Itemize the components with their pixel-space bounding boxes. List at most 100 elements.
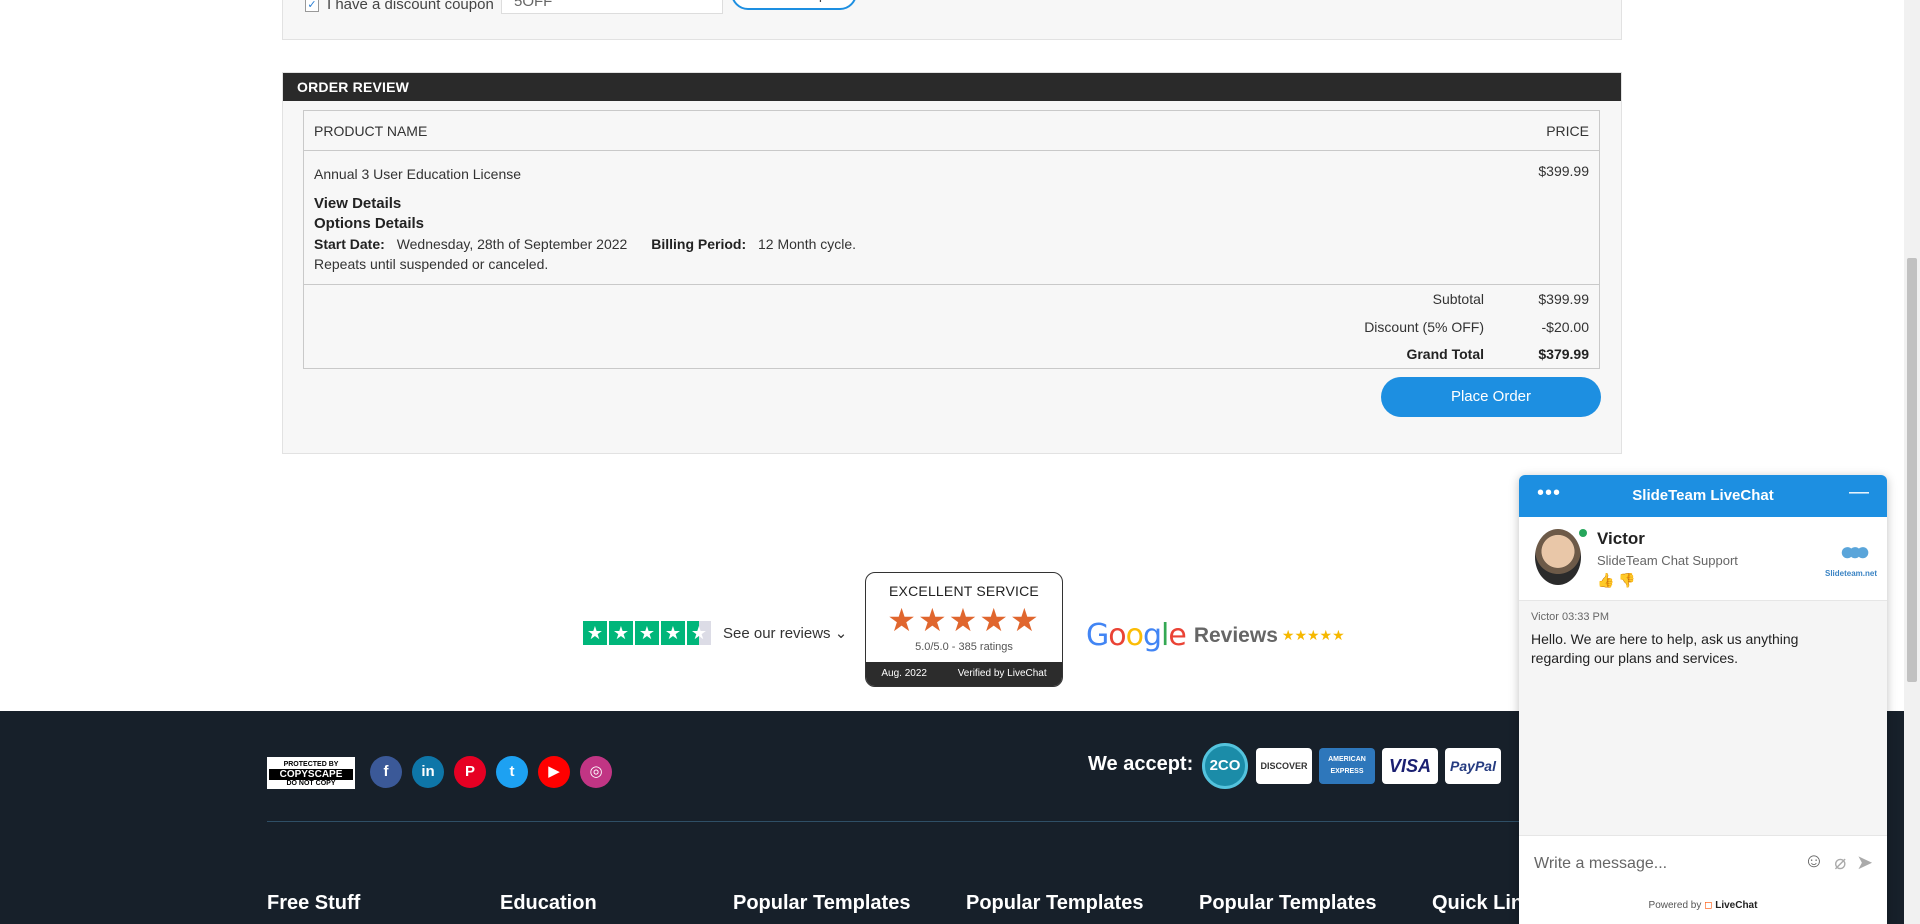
trustpilot-star-icon: ★ — [583, 621, 607, 645]
slideteam-logo: ●●● Slideteam.net — [1823, 533, 1879, 583]
chat-title: SlideTeam LiveChat — [1632, 487, 1774, 504]
message-timestamp: Victor 03:33 PM — [1531, 611, 1610, 623]
order-review-heading: ORDER REVIEW — [283, 73, 1621, 101]
agent-role: SlideTeam Chat Support — [1597, 553, 1738, 568]
place-order-button[interactable]: Place Order — [1381, 377, 1601, 417]
badge-title: EXCELLENT SERVICE — [889, 583, 1039, 599]
cancel-coupon-button[interactable]: Cancel Coupon — [731, 0, 857, 10]
instagram-icon[interactable]: ◎ — [580, 756, 612, 788]
visa-icon: VISA — [1382, 748, 1438, 784]
composer-actions: ☺ ⌀ ➤ — [1804, 850, 1873, 875]
avatar — [1535, 529, 1581, 585]
rating-stars-icon: ★★★★★ — [887, 602, 1041, 638]
copyscape-mid-text: COPYSCAPE — [269, 769, 353, 780]
see-reviews-link[interactable]: See our reviews ⌄ — [723, 624, 847, 642]
copyscape-badge[interactable]: PROTECTED BY COPYSCAPE DO NOT COPY — [267, 757, 355, 789]
team-people-icon: ●●● — [1839, 536, 1870, 566]
repeat-note: Repeats until suspended or canceled. — [314, 256, 549, 272]
chat-message: Hello. We are here to help, ask us anyth… — [1531, 631, 1799, 666]
order-totals: Subtotal $399.99 Discount (5% OFF) -$20.… — [304, 285, 1599, 369]
online-status-icon — [1579, 529, 1587, 537]
livechat-widget: ••• SlideTeam LiveChat — Victor SlideTea… — [1519, 475, 1887, 924]
order-review-table: PRODUCT NAME PRICE Annual 3 User Educati… — [303, 110, 1600, 369]
attachment-icon[interactable]: ⌀ — [1834, 850, 1846, 875]
coupon-label: I have a discount coupon — [327, 0, 494, 13]
agent-card: Victor SlideTeam Chat Support 👍 👎 ●●● Sl… — [1519, 517, 1887, 601]
thumbs-up-icon[interactable]: 👍 — [1597, 572, 1614, 588]
footer-heading-popular-templates[interactable]: Popular Templates — [966, 892, 1143, 915]
badge-date: Aug. 2022 — [881, 668, 927, 679]
badge-verified: Verified by LiveChat — [957, 668, 1047, 679]
chat-header: ••• SlideTeam LiveChat — — [1519, 475, 1887, 517]
google-stars-icon: ★★★★★ — [1281, 627, 1345, 643]
trustpilot-star-icon: ★ — [661, 621, 685, 645]
view-details-link[interactable]: View Details — [314, 195, 401, 212]
trustpilot-badge[interactable]: ★ ★ ★ ★ ★ See our reviews ⌄ — [583, 621, 847, 645]
powered-by-label: Powered by — [1648, 900, 1702, 911]
billing-period-label: Billing Period: — [651, 236, 747, 252]
powered-by-footer[interactable]: Powered by ◻ LiveChat — [1519, 891, 1887, 924]
table-header: PRODUCT NAME PRICE — [304, 111, 1599, 151]
minimize-icon[interactable]: — — [1849, 481, 1869, 504]
message-input[interactable]: Write a message... — [1534, 855, 1667, 873]
google-reviews-badge[interactable]: Google Reviews ★★★★★ — [1086, 618, 1345, 653]
start-date-label: Start Date: — [314, 236, 385, 252]
grand-total-value: $379.99 — [1538, 346, 1589, 362]
agent-name: Victor — [1597, 529, 1645, 548]
column-product-name: PRODUCT NAME — [314, 123, 428, 139]
coupon-code-input[interactable]: 5OFF — [501, 0, 723, 14]
column-price: PRICE — [1546, 123, 1589, 139]
livechat-service-badge[interactable]: EXCELLENT SERVICE ★★★★★ 5.0/5.0 - 385 ra… — [865, 572, 1063, 687]
product-price: $399.99 — [1538, 163, 1589, 179]
discount-value: -$20.00 — [1541, 319, 1589, 335]
thumbs-down-icon[interactable]: 👎 — [1618, 572, 1635, 588]
trustpilot-half-star-icon: ★ — [687, 621, 711, 645]
copyscape-bottom-text: DO NOT COPY — [286, 780, 336, 787]
social-links: f in P t ▶ ◎ — [370, 756, 622, 788]
copyscape-top-text: PROTECTED BY — [283, 761, 339, 768]
options-details-link[interactable]: Options Details — [314, 215, 424, 232]
google-logo: Google — [1086, 618, 1187, 653]
facebook-icon[interactable]: f — [370, 756, 402, 788]
discount-label: Discount (5% OFF) — [1364, 319, 1484, 335]
send-icon[interactable]: ➤ — [1856, 850, 1873, 875]
youtube-icon[interactable]: ▶ — [538, 756, 570, 788]
rating-summary: 5.0/5.0 - 385 ratings — [915, 641, 1013, 653]
google-reviews-label: Reviews — [1193, 623, 1278, 647]
coupon-section: ✓ I have a discount coupon 5OFF Cancel C… — [282, 0, 1622, 40]
billing-period-value: 12 Month cycle. — [758, 236, 857, 252]
we-accept-label: We accept: — [1088, 753, 1194, 775]
badge-footer: Aug. 2022 Verified by LiveChat — [866, 662, 1062, 686]
footer-heading-popular-templates[interactable]: Popular Templates — [733, 892, 910, 915]
pinterest-icon[interactable]: P — [454, 756, 486, 788]
american-express-icon: AMERICAN EXPRESS — [1319, 748, 1375, 784]
table-row: Annual 3 User Education License $399.99 … — [304, 151, 1599, 285]
coupon-checkbox[interactable]: ✓ — [305, 0, 319, 12]
2co-icon: 2CO — [1202, 743, 1248, 789]
page-scrollbar[interactable] — [1904, 0, 1920, 924]
slideteam-logo-text: Slideteam.net — [1824, 569, 1877, 578]
subtotal-label: Subtotal — [1432, 291, 1484, 307]
subscription-dates: Start Date: Wednesday, 28th of September… — [314, 236, 856, 252]
subtotal-value: $399.99 — [1538, 291, 1589, 307]
scrollbar-thumb[interactable] — [1907, 258, 1917, 682]
twitter-icon[interactable]: t — [496, 756, 528, 788]
trustpilot-star-icon: ★ — [635, 621, 659, 645]
emoji-icon[interactable]: ☺ — [1804, 850, 1824, 875]
product-name: Annual 3 User Education License — [314, 166, 522, 182]
footer-heading-free-stuff[interactable]: Free Stuff — [267, 892, 360, 915]
grand-total-label: Grand Total — [1406, 346, 1484, 362]
payment-methods: 2CO DISCOVER AMERICAN EXPRESS VISA PayPa… — [1202, 743, 1508, 789]
footer-heading-education[interactable]: Education — [500, 892, 597, 915]
trustpilot-star-icon: ★ — [609, 621, 633, 645]
order-review-section: ORDER REVIEW PRODUCT NAME PRICE Annual 3… — [282, 72, 1622, 454]
start-date-value: Wednesday, 28th of September 2022 — [396, 236, 628, 252]
livechat-logo-icon: ◻ — [1704, 900, 1713, 911]
rating-buttons: 👍 👎 — [1597, 572, 1636, 589]
linkedin-icon[interactable]: in — [412, 756, 444, 788]
message-composer: Write a message... ☺ ⌀ ➤ — [1519, 835, 1887, 891]
footer-heading-popular-templates[interactable]: Popular Templates — [1199, 892, 1376, 915]
discover-icon: DISCOVER — [1256, 748, 1312, 784]
paypal-icon: PayPal — [1445, 748, 1501, 784]
footer-divider — [267, 821, 1637, 822]
